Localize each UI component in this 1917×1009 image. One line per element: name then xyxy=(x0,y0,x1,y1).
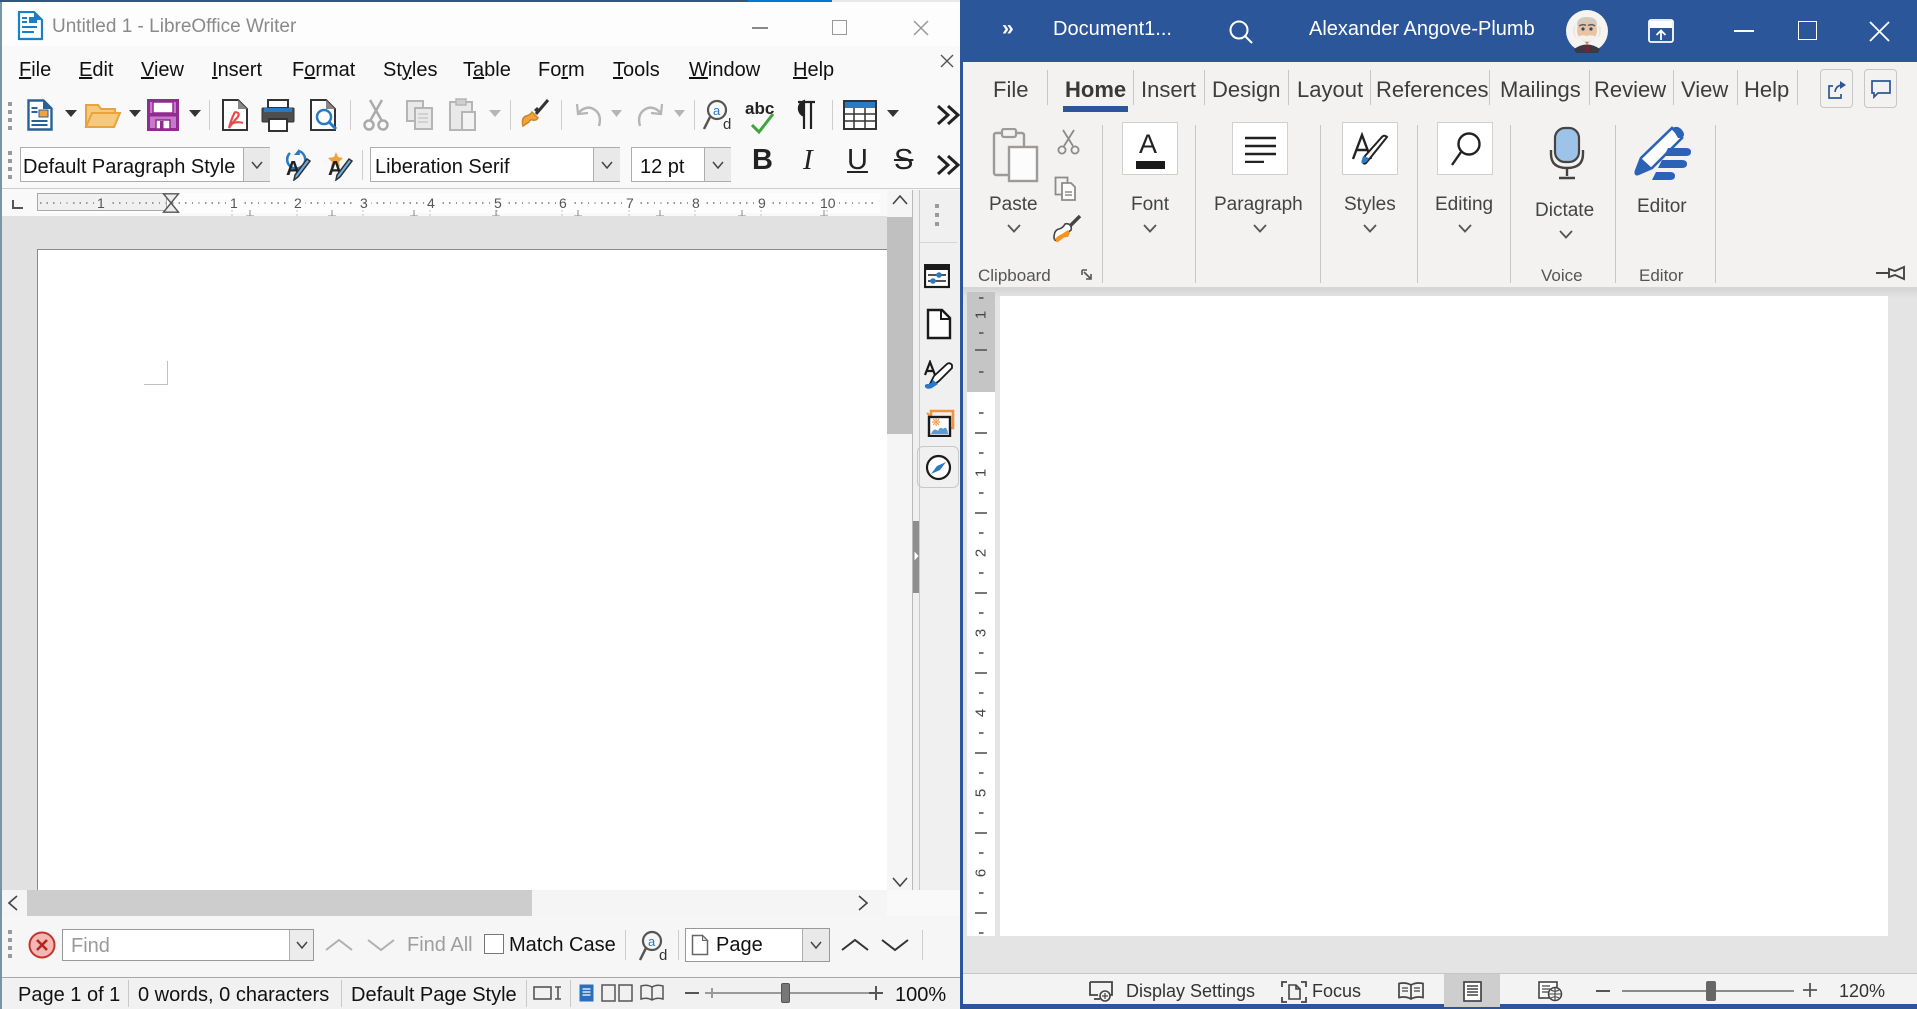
svg-text:5: 5 xyxy=(973,789,990,797)
svg-text:2: 2 xyxy=(973,549,990,557)
svg-text:1: 1 xyxy=(973,311,990,319)
svg-text:3: 3 xyxy=(973,629,990,637)
svg-text:a: a xyxy=(713,103,721,118)
svg-text:4: 4 xyxy=(973,709,990,717)
svg-text:d: d xyxy=(723,116,731,133)
svg-text:d: d xyxy=(659,947,667,964)
svg-text:a: a xyxy=(648,934,656,949)
svg-text:abc: abc xyxy=(745,99,774,118)
svg-text:❋: ❋ xyxy=(932,417,941,429)
svg-text:6: 6 xyxy=(973,869,990,877)
svg-text:1: 1 xyxy=(973,469,990,477)
